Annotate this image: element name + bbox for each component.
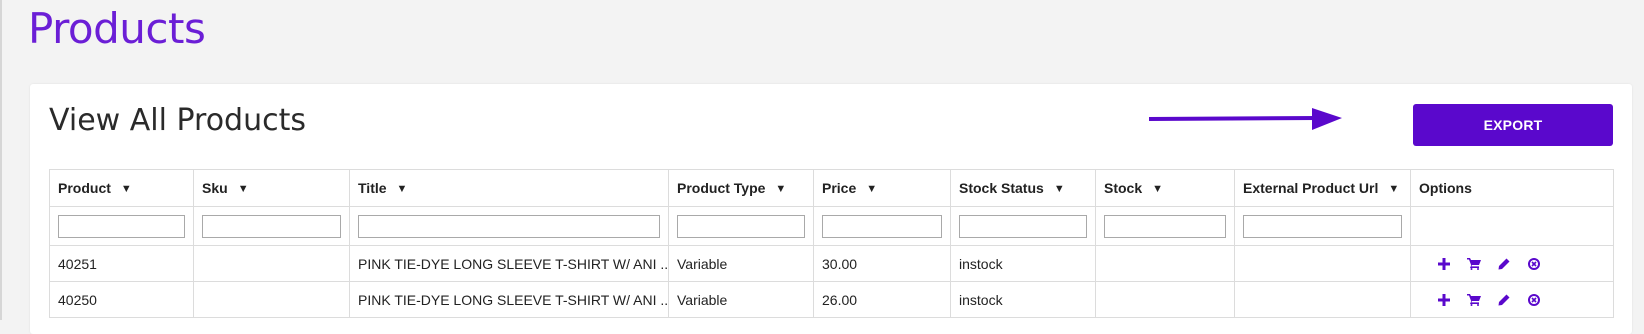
col-header-external-url[interactable]: External Product Url ▼ [1234, 169, 1411, 207]
card-title: View All Products [49, 103, 306, 138]
cell-title: PINK TIE-DYE LONG SLEEVE T-SHIRT W/ ANI … [349, 245, 669, 282]
cell-options [1410, 245, 1614, 282]
filter-cell [668, 206, 814, 246]
filter-cell-empty [1410, 206, 1614, 246]
col-header-product[interactable]: Product ▼ [49, 169, 194, 207]
col-header-label: Title [358, 180, 387, 196]
cell-product: 40251 [49, 245, 194, 282]
col-header-options: Options [1410, 169, 1614, 207]
col-header-label: Sku [202, 180, 228, 196]
products-table: Product ▼ Sku ▼ Title ▼ Product Type ▼ Price… [49, 169, 1614, 318]
col-header-stock-status[interactable]: Stock Status ▼ [950, 169, 1096, 207]
cell-price: 30.00 [813, 245, 951, 282]
filter-stock-status-input[interactable] [959, 214, 1087, 238]
col-header-label: Stock Status [959, 180, 1044, 196]
pencil-icon[interactable] [1489, 290, 1519, 310]
cell-product-type: Variable [668, 281, 814, 318]
cell-sku [193, 245, 350, 282]
cart-icon[interactable] [1459, 290, 1489, 310]
cancel-circle-icon[interactable] [1519, 290, 1549, 310]
filter-cell [1234, 206, 1411, 246]
sort-caret-icon[interactable]: ▼ [1152, 183, 1163, 195]
plus-icon[interactable] [1429, 290, 1459, 310]
filter-product-input[interactable] [58, 214, 185, 238]
cell-stock-status: instock [950, 281, 1096, 318]
filter-cell [349, 206, 669, 246]
filter-external-url-input[interactable] [1243, 214, 1402, 238]
export-button[interactable]: EXPORT [1413, 104, 1613, 146]
filter-cell [950, 206, 1096, 246]
sort-caret-icon[interactable]: ▼ [238, 183, 249, 195]
cell-stock [1095, 281, 1235, 318]
sort-caret-icon[interactable]: ▼ [1054, 183, 1065, 195]
cell-stock [1095, 245, 1235, 282]
sort-caret-icon[interactable]: ▼ [397, 183, 408, 195]
col-header-stock[interactable]: Stock ▼ [1095, 169, 1235, 207]
cancel-circle-icon[interactable] [1519, 254, 1549, 274]
filter-cell [49, 206, 194, 246]
col-header-title[interactable]: Title ▼ [349, 169, 669, 207]
cell-price: 26.00 [813, 281, 951, 318]
page-title: Products [28, 4, 206, 53]
filter-cell [1095, 206, 1235, 246]
filter-row [49, 206, 1614, 246]
pencil-icon[interactable] [1489, 254, 1519, 274]
cell-stock-status: instock [950, 245, 1096, 282]
cell-external-url [1234, 281, 1411, 318]
sort-caret-icon[interactable]: ▼ [775, 183, 786, 195]
col-header-label: Product Type [677, 180, 766, 196]
sort-caret-icon[interactable]: ▼ [866, 183, 877, 195]
col-header-label: Price [822, 180, 857, 196]
cell-sku [193, 281, 350, 318]
filter-cell [813, 206, 951, 246]
filter-cell [193, 206, 350, 246]
filter-product-type-input[interactable] [677, 214, 805, 238]
col-header-label: External Product Url [1243, 180, 1379, 196]
sort-caret-icon[interactable]: ▼ [121, 183, 132, 195]
table-row: 40250 PINK TIE-DYE LONG SLEEVE T-SHIRT W… [49, 281, 1614, 318]
filter-title-input[interactable] [358, 214, 660, 238]
col-header-product-type[interactable]: Product Type ▼ [668, 169, 814, 207]
cell-options [1410, 281, 1614, 318]
cell-title: PINK TIE-DYE LONG SLEEVE T-SHIRT W/ ANI … [349, 281, 669, 318]
col-header-label: Stock [1104, 180, 1143, 196]
cell-product: 40250 [49, 281, 194, 318]
col-header-label: Options [1419, 180, 1472, 196]
pointer-arrow-icon [1149, 108, 1342, 130]
col-header-price[interactable]: Price ▼ [813, 169, 951, 207]
table-row: 40251 PINK TIE-DYE LONG SLEEVE T-SHIRT W… [49, 245, 1614, 282]
products-card: View All Products EXPORT Product ▼ Sku ▼ T… [30, 84, 1632, 334]
plus-icon[interactable] [1429, 254, 1459, 274]
filter-price-input[interactable] [822, 214, 942, 238]
header-row: Product ▼ Sku ▼ Title ▼ Product Type ▼ Price… [49, 169, 1614, 207]
sort-caret-icon[interactable]: ▼ [1388, 183, 1399, 195]
col-header-label: Product [58, 180, 111, 196]
cell-external-url [1234, 245, 1411, 282]
col-header-sku[interactable]: Sku ▼ [193, 169, 350, 207]
filter-stock-input[interactable] [1104, 214, 1226, 238]
cart-icon[interactable] [1459, 254, 1489, 274]
filter-sku-input[interactable] [202, 214, 341, 238]
cell-product-type: Variable [668, 245, 814, 282]
left-border [0, 0, 2, 320]
